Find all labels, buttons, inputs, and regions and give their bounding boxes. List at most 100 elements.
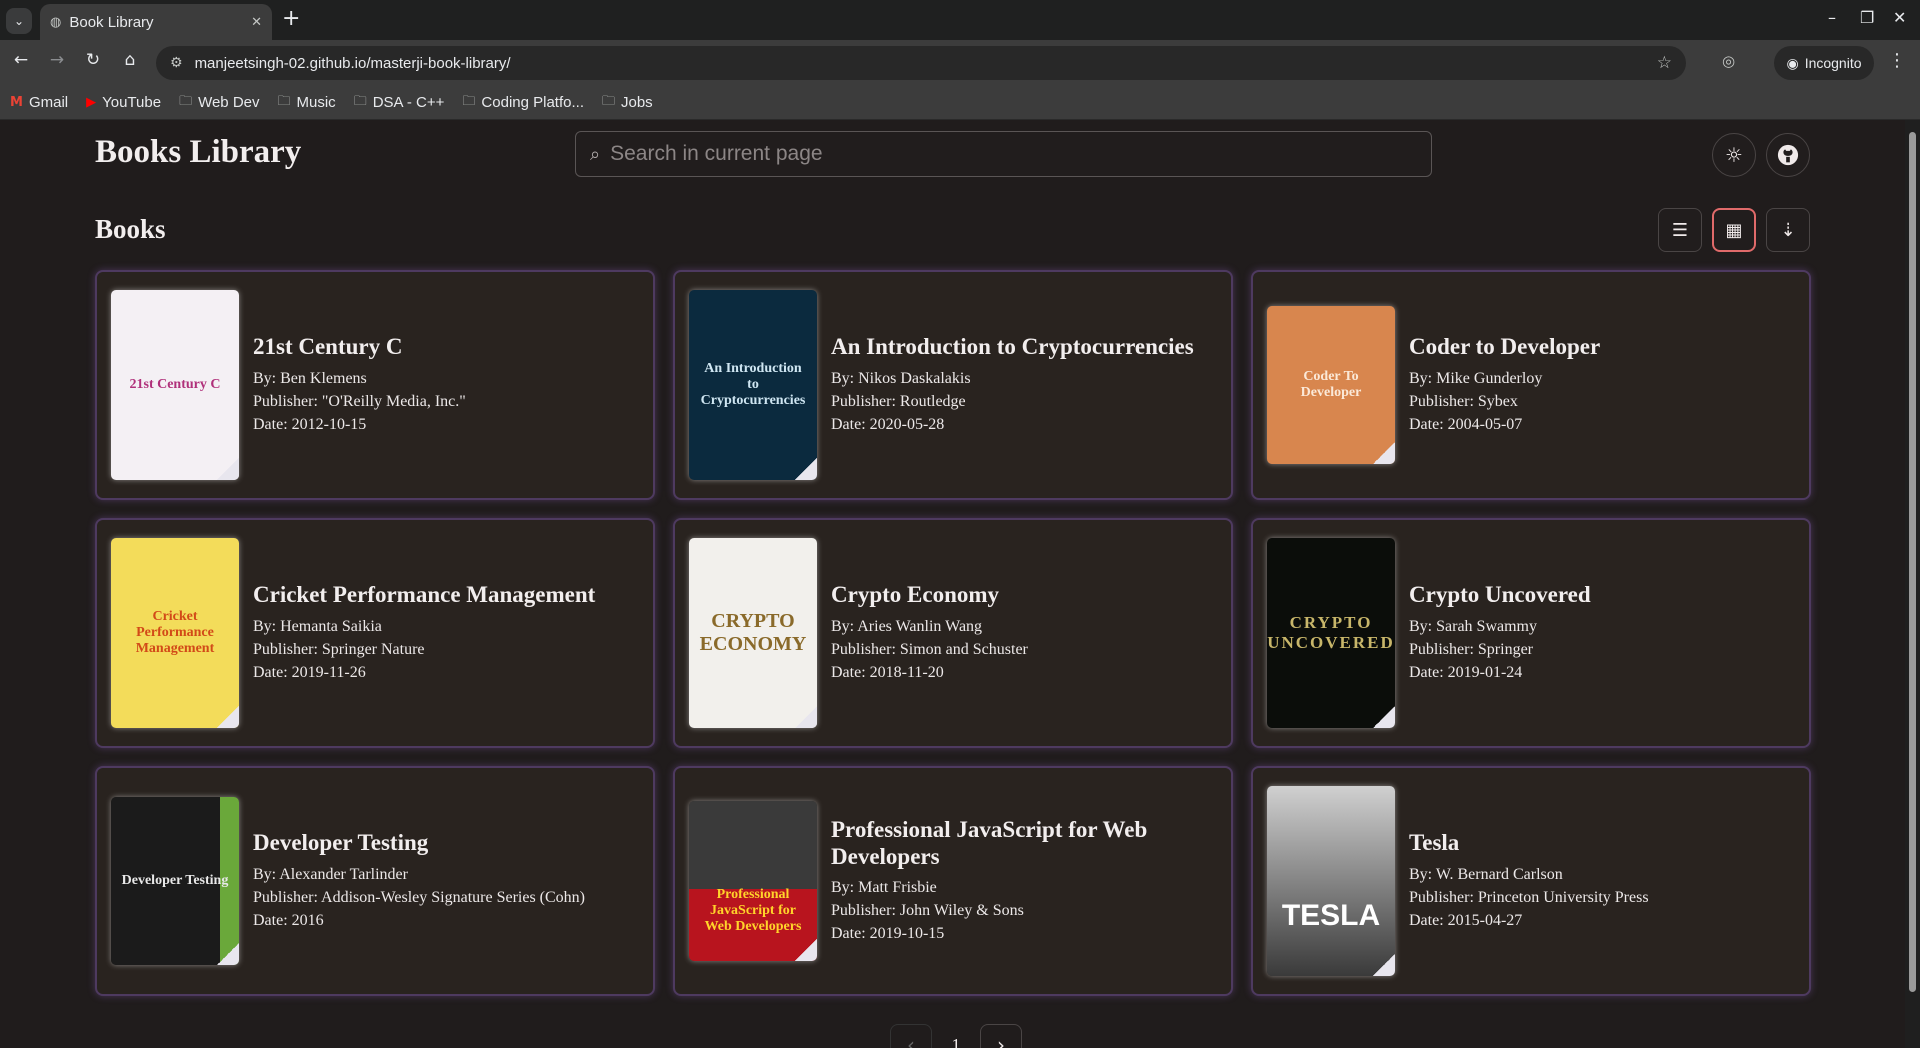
book-title: Professional JavaScript for Web Develope… (831, 817, 1148, 869)
list-icon: ☰ (1671, 219, 1689, 241)
book-author: By: Nikos Daskalakis (831, 369, 971, 387)
restore-icon[interactable]: ❐ (1860, 8, 1874, 27)
book-date: Date: 2012-10-15 (253, 415, 367, 433)
book-title: Tesla (1409, 830, 1460, 856)
book-author: By: Hemanta Saikia (253, 617, 382, 635)
folder-icon: 🗀 (179, 93, 193, 109)
site-info-icon[interactable]: ⚙ (170, 55, 183, 71)
book-card[interactable]: 21st Century C 21st Century C By: Ben Kl… (95, 270, 655, 500)
book-card[interactable]: Coder To Developer Coder to Developer By… (1251, 270, 1811, 500)
page-content: Books Library ⌕ ☼ Books ☰ ▦ ⇣ 21st Centu… (0, 120, 1905, 1048)
book-publisher: Publisher: Routledge (831, 392, 966, 410)
search-input[interactable] (610, 142, 1431, 166)
book-cover: 21st Century C (111, 290, 239, 480)
book-cover: Professional JavaScript for Web Develope… (689, 801, 817, 961)
bookmark-dsa[interactable]: 🗀 DSA - C++ (354, 92, 445, 114)
folder-icon: 🗀 (601, 93, 615, 109)
book-card[interactable]: CRYPTO ECONOMY Crypto Economy By: Aries … (673, 518, 1233, 748)
folder-icon: 🗀 (353, 93, 367, 109)
current-page-number[interactable]: 1 (944, 1024, 968, 1048)
book-cover: Developer Testing (111, 797, 239, 965)
bookmark-gmail[interactable]: M Gmail (10, 94, 68, 111)
bookmark-coding-platforms[interactable]: 🗀 Coding Platfo... (462, 92, 584, 114)
book-publisher: Publisher: Princeton University Press (1409, 888, 1649, 906)
book-author: By: W. Bernard Carlson (1409, 865, 1563, 883)
url-text[interactable]: manjeetsingh-02.github.io/masterji-book-… (195, 55, 1657, 72)
close-icon[interactable]: ✕ (251, 15, 262, 30)
bookmark-label: Gmail (28, 94, 69, 111)
scrollbar-thumb[interactable] (1909, 132, 1916, 992)
theme-toggle-button[interactable]: ☼ (1712, 133, 1756, 177)
browser-tab[interactable]: ◍ Book Library ✕ (40, 4, 272, 40)
github-link-button[interactable] (1766, 133, 1810, 177)
sort-button[interactable]: ⇣ (1766, 208, 1810, 252)
book-publisher: Publisher: Sybex (1409, 392, 1518, 410)
bookmark-music[interactable]: 🗀 Music (278, 92, 336, 114)
incognito-badge[interactable]: ◉ Incognito (1774, 46, 1874, 80)
book-cover: CRYPTO UNCOVERED (1267, 538, 1395, 728)
forward-icon[interactable]: → (44, 50, 70, 70)
book-author: By: Aries Wanlin Wang (831, 617, 983, 635)
bookmarks-bar: M Gmail ▶ YouTube 🗀 Web Dev 🗀 Music 🗀 DS… (0, 86, 1920, 120)
book-card[interactable]: CRYPTO UNCOVERED Crypto Uncovered By: Sa… (1251, 518, 1811, 748)
book-title: Coder to Developer (1409, 334, 1601, 360)
book-date: Date: 2019-10-15 (831, 924, 945, 942)
bookmark-jobs[interactable]: 🗀 Jobs (602, 92, 653, 114)
folder-icon: 🗀 (462, 93, 476, 109)
list-view-button[interactable]: ☰ (1658, 208, 1702, 252)
search-icon: ⌕ (590, 143, 601, 165)
book-title: 21st Century C (253, 334, 403, 360)
pagination: ‹ 1 › (890, 1024, 1022, 1048)
book-cover: Coder To Developer (1267, 306, 1395, 464)
incognito-glasses-icon: ◎ (1722, 52, 1736, 70)
book-cover: An Introduction to Cryptocurrencies (689, 290, 817, 480)
book-date: Date: 2018-11-20 (831, 663, 944, 681)
bookmark-star-icon[interactable]: ☆ (1657, 53, 1672, 73)
book-card[interactable]: An Introduction to Cryptocurrencies An I… (673, 270, 1233, 500)
window-close-icon[interactable]: ✕ (1893, 8, 1906, 27)
book-card[interactable]: Cricket Performance Management Cricket P… (95, 518, 655, 748)
tab-search-chevron-icon[interactable]: ⌄ (6, 8, 32, 34)
book-publisher: Publisher: Springer Nature (253, 640, 425, 658)
bookmark-youtube[interactable]: ▶ YouTube (86, 94, 161, 111)
browser-menu-icon[interactable]: ⋮ (1888, 50, 1906, 71)
reload-icon[interactable]: ↻ (80, 50, 106, 70)
book-title: Crypto Uncovered (1409, 582, 1591, 608)
back-icon[interactable]: ← (8, 50, 34, 70)
chevron-left-icon: ‹ (907, 1033, 915, 1048)
page-scrollbar[interactable] (1905, 120, 1920, 1048)
home-icon[interactable]: ⌂ (117, 50, 143, 70)
incognito-label: Incognito (1804, 55, 1862, 71)
cover-title: An Introduction to Cryptocurrencies (700, 360, 806, 409)
address-bar[interactable]: ⚙ manjeetsingh-02.github.io/masterji-boo… (156, 46, 1686, 80)
minimize-icon[interactable]: – (1828, 8, 1836, 27)
folder-icon: 🗀 (277, 93, 291, 109)
search-bar[interactable]: ⌕ (575, 131, 1432, 177)
book-title: Crypto Economy (831, 582, 1000, 608)
next-page-button[interactable]: › (980, 1024, 1022, 1048)
browser-toolbar: ← → ↻ ⌂ ⚙ manjeetsingh-02.github.io/mast… (0, 40, 1920, 86)
bookmark-label: Web Dev (198, 94, 260, 111)
browser-tab-bar: ⌄ ◍ Book Library ✕ + – ❐ ✕ (0, 0, 1920, 40)
page-title: Books Library (95, 134, 302, 170)
new-tab-icon[interactable]: + (282, 6, 300, 31)
book-publisher: Publisher: "O'Reilly Media, Inc." (253, 392, 466, 410)
book-title: An Introduction to Cryptocurrencies (831, 334, 1194, 360)
book-date: Date: 2019-11-26 (253, 663, 366, 681)
cover-title: Professional JavaScript for Web Develope… (704, 886, 802, 935)
book-cover: Cricket Performance Management (111, 538, 239, 728)
book-title: Developer Testing (253, 830, 429, 856)
book-date: Date: 2015-04-27 (1409, 911, 1523, 929)
book-author: By: Sarah Swammy (1409, 617, 1537, 635)
grid-view-button[interactable]: ▦ (1712, 208, 1756, 252)
bookmark-web-dev[interactable]: 🗀 Web Dev (179, 92, 259, 114)
book-author: By: Mike Gunderloy (1409, 369, 1543, 387)
book-card[interactable]: TESLA Tesla By: W. Bernard Carlson Publi… (1251, 766, 1811, 996)
book-publisher: Publisher: Addison-Wesley Signature Seri… (253, 888, 586, 906)
prev-page-button[interactable]: ‹ (890, 1024, 932, 1048)
book-card[interactable]: Professional JavaScript for Web Develope… (673, 766, 1233, 996)
bookmark-label: YouTube (102, 94, 162, 111)
book-author: By: Ben Klemens (253, 369, 367, 387)
book-card[interactable]: Developer Testing Developer Testing By: … (95, 766, 655, 996)
tab-title: Book Library (69, 13, 154, 31)
